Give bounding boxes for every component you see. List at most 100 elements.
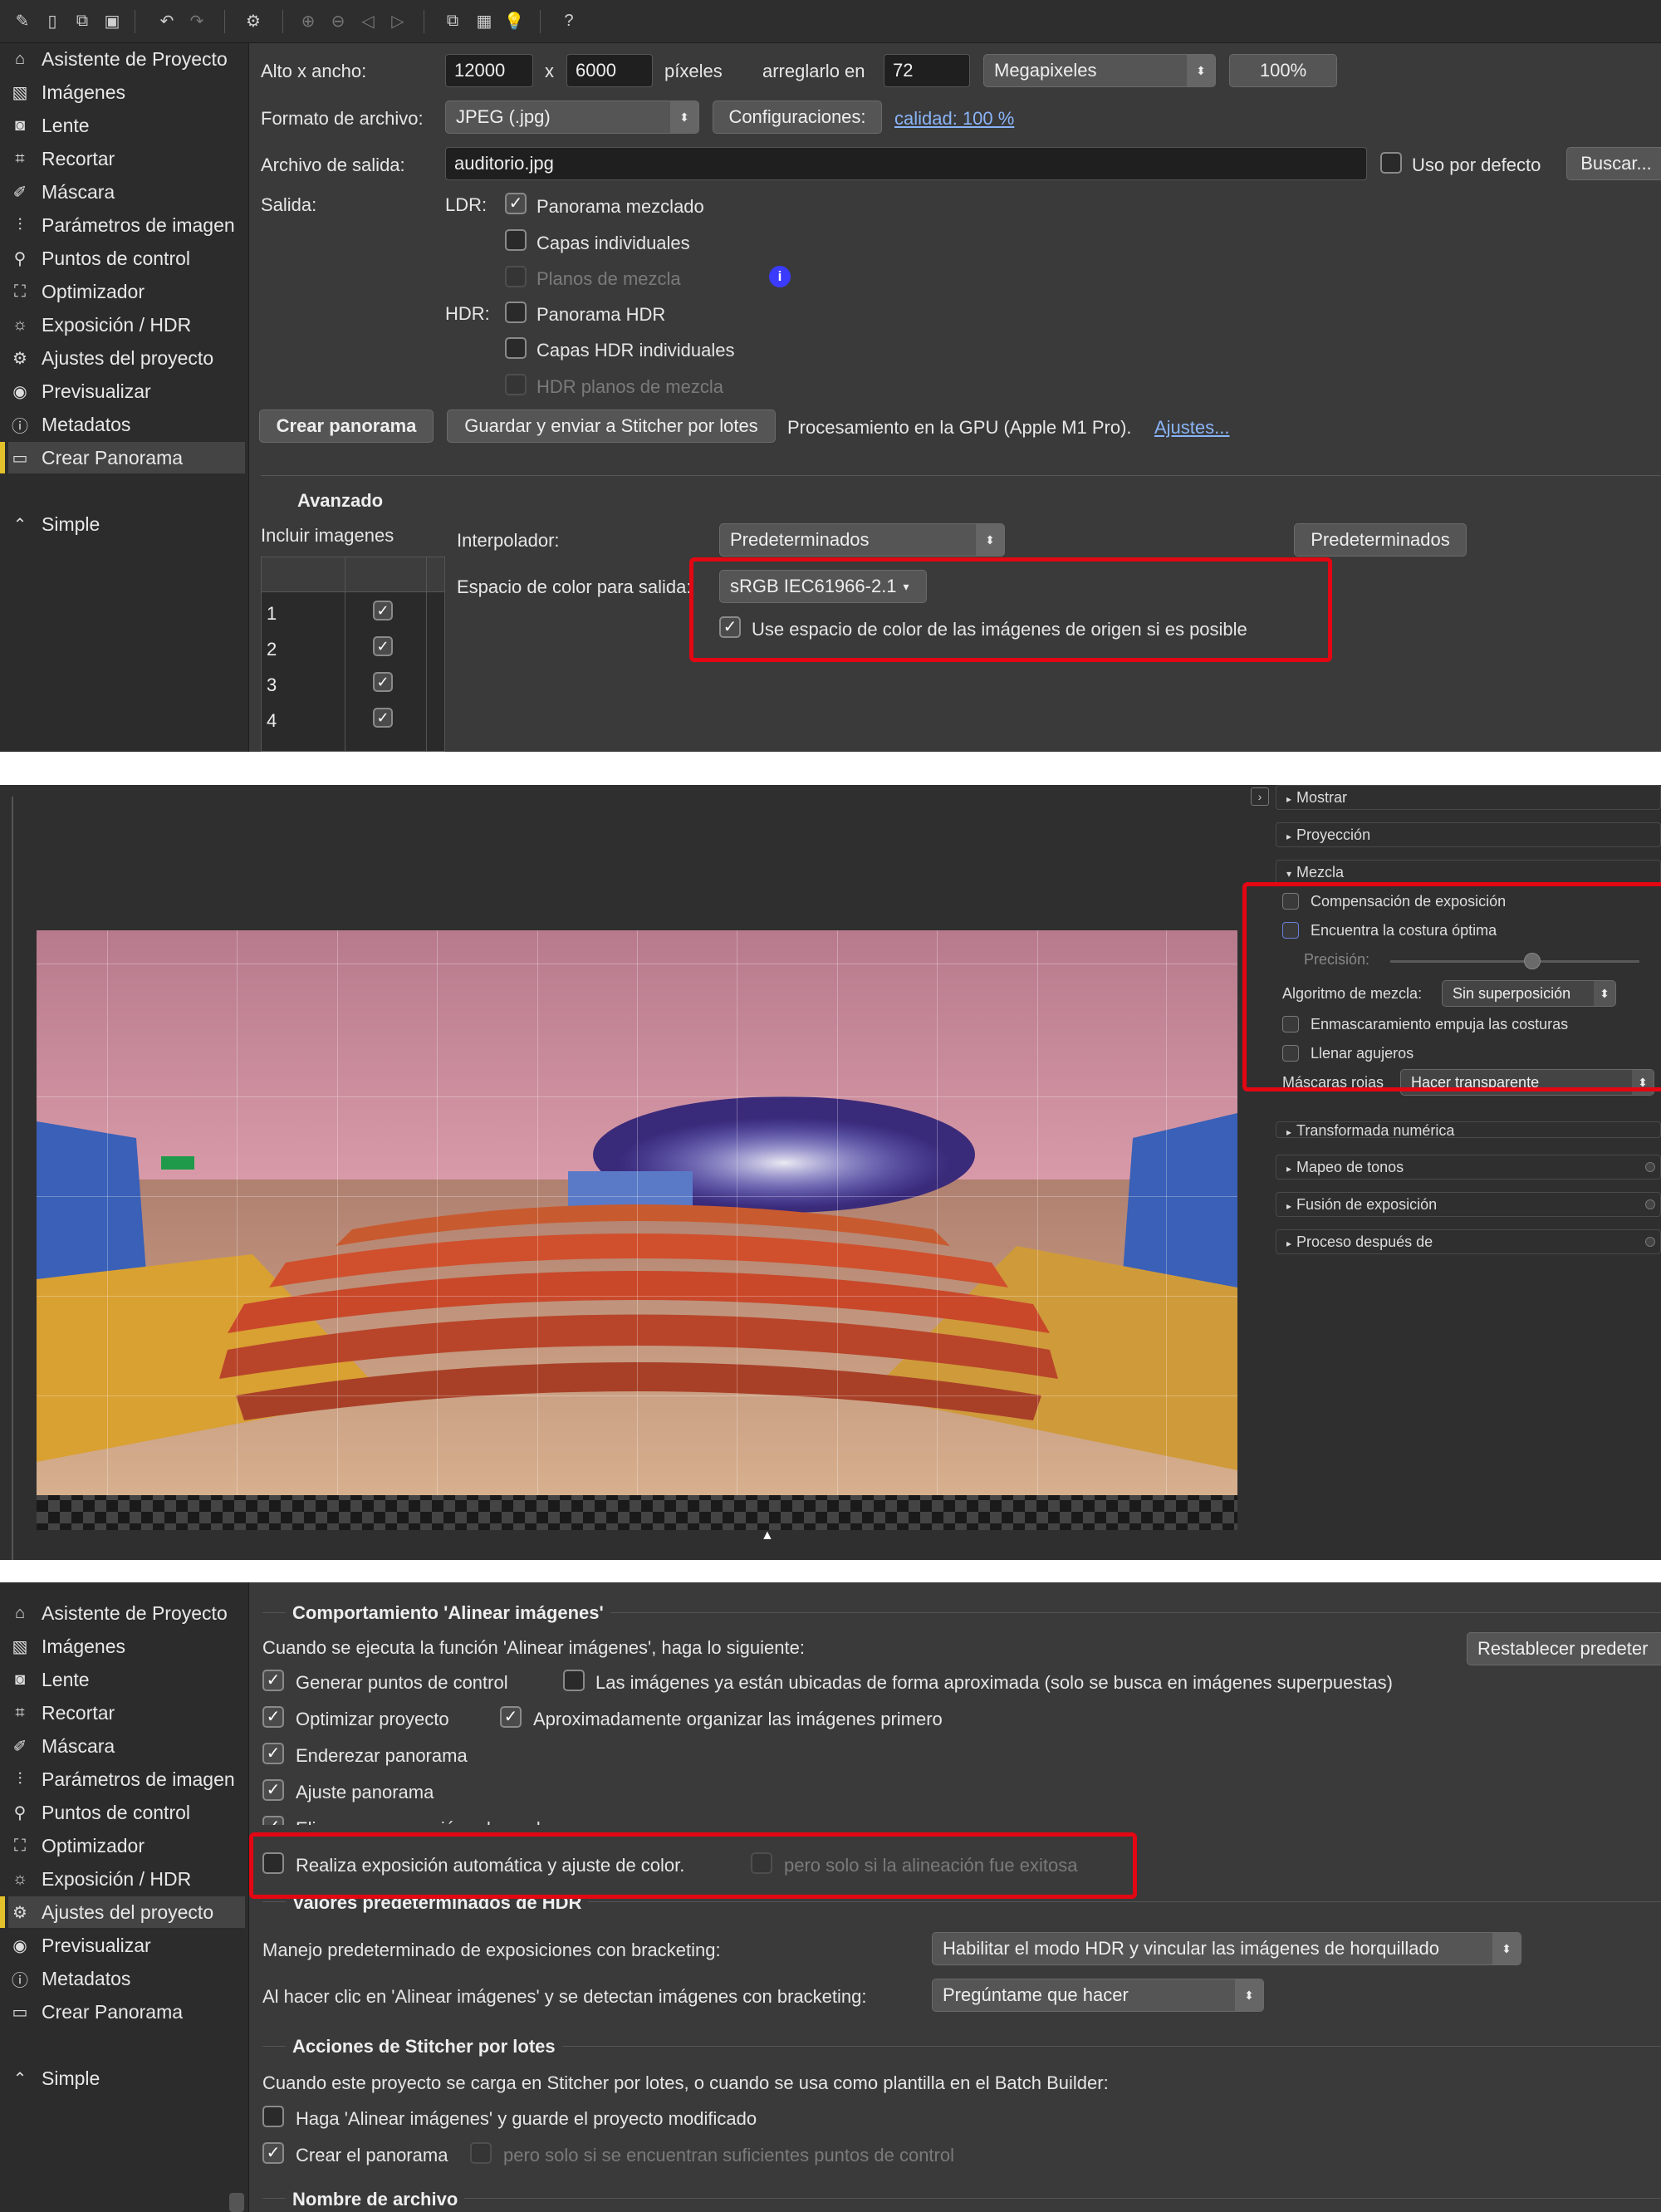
fit-panorama-checkbox[interactable]: ✓	[262, 1779, 284, 1801]
zoom-out-icon[interactable]: ⊖	[326, 8, 350, 33]
images-positioned-checkbox[interactable]	[563, 1670, 585, 1691]
sidebar-item-lens[interactable]: ◙ Lente	[8, 1664, 245, 1695]
sidebar-item-create-panorama[interactable]: ▭ Crear Panorama	[8, 1996, 245, 2028]
panel-blend[interactable]: ▾ Mezcla	[1276, 860, 1661, 885]
horizon-marker-icon[interactable]: ▲	[761, 1528, 774, 1543]
sidebar-item-project-settings[interactable]: ⚙ Ajustes del proyecto	[8, 342, 245, 374]
sidebar-item-lens[interactable]: ◙ Lente	[8, 110, 245, 141]
browse-button[interactable]: Buscar...	[1566, 147, 1661, 180]
sidebar-item-metadata[interactable]: ⓘ Metadatos	[8, 409, 245, 440]
settings-icon[interactable]: ⚙	[241, 8, 266, 33]
sidebar-item-image-parameters[interactable]: ⫶ Parámetros de imagen	[8, 1763, 245, 1795]
row-number: 2	[267, 639, 277, 660]
height-input[interactable]: 12000	[445, 54, 533, 87]
lightbulb-icon[interactable]: 💡	[502, 8, 527, 33]
include-checkbox[interactable]: ✓	[373, 601, 393, 620]
panel-numeric-transform[interactable]: ▸ Transformada numérica	[1276, 1121, 1661, 1138]
include-checkbox[interactable]: ✓	[373, 672, 393, 692]
output-file-input[interactable]: auditorio.jpg	[445, 147, 1367, 180]
sidebar-item-images[interactable]: ▧ Imágenes	[8, 76, 245, 108]
undo-icon[interactable]: ↶	[154, 8, 179, 33]
defaults-button[interactable]: Predeterminados	[1294, 523, 1467, 557]
quality-link[interactable]: calidad: 100 %	[894, 108, 1014, 130]
unit-select[interactable]: Megapixeles ⬍	[983, 54, 1216, 87]
sidebar-item-image-parameters[interactable]: ⫶ Parámetros de imagen	[8, 209, 245, 241]
blended-panorama-checkbox[interactable]: ✓	[505, 193, 527, 214]
reset-defaults-button[interactable]: Restablecer predeter	[1467, 1632, 1661, 1665]
next-icon[interactable]: ▷	[385, 8, 410, 33]
optimize-project-checkbox[interactable]: ✓	[262, 1706, 284, 1728]
new-file-icon[interactable]: ▯	[40, 8, 65, 33]
sidebar-item-control-points[interactable]: ⚲ Puntos de control	[8, 243, 245, 274]
sidebar-item-exposure-hdr[interactable]: ☼ Exposición / HDR	[8, 309, 245, 341]
table-row[interactable]: 3 ✓	[262, 666, 428, 699]
arrange-first-checkbox[interactable]: ✓	[500, 1706, 522, 1728]
grid-line	[1166, 930, 1167, 1495]
sidebar-item-project-settings[interactable]: ⚙ Ajustes del proyecto	[0, 1896, 245, 1928]
sidebar-item-mask[interactable]: ✐ Máscara	[8, 176, 245, 208]
batch-align-checkbox[interactable]	[262, 2106, 284, 2127]
info-icon[interactable]: i	[769, 266, 791, 287]
sidebar-item-preview[interactable]: ◉ Previsualizar	[8, 375, 245, 407]
image-table: 1 ✓ 2 ✓ 3 ✓ 4 ✓	[261, 557, 445, 752]
redo-icon[interactable]: ↷	[184, 8, 209, 33]
sidebar-item-images[interactable]: ▧ Imágenes	[8, 1631, 245, 1662]
save-batch-button[interactable]: Guardar y enviar a Stitcher por lotes	[447, 410, 776, 443]
sidebar-item-optimizer[interactable]: ⛶ Optimizador	[8, 1830, 245, 1861]
table-row[interactable]: 1 ✓	[262, 595, 428, 628]
width-input[interactable]: 6000	[566, 54, 653, 87]
panel-tone-mapping[interactable]: ▸ Mapeo de tonos	[1276, 1155, 1661, 1180]
zoom-100-button[interactable]: 100%	[1229, 54, 1337, 87]
gpu-settings-link[interactable]: Ajustes...	[1154, 417, 1229, 439]
generate-cp-checkbox[interactable]: ✓	[262, 1670, 284, 1691]
simple-mode-button[interactable]: ⌃ Simple	[8, 508, 245, 540]
panel-toggle-button[interactable]: ›	[1251, 787, 1269, 806]
copy-icon[interactable]: ⧉	[70, 8, 95, 33]
fit-panorama-label: Ajuste panorama	[296, 1782, 434, 1802]
bracket-select[interactable]: Habilitar el modo HDR y vincular las imá…	[932, 1932, 1521, 1965]
hdr-layers-checkbox[interactable]	[505, 337, 527, 359]
detect-select[interactable]: Pregúntame que hacer ⬍	[932, 1979, 1264, 2012]
sidebar-item-exposure-hdr[interactable]: ☼ Exposición / HDR	[8, 1863, 245, 1895]
sidebar-item-create-panorama[interactable]: ▭ Crear Panorama	[0, 442, 245, 473]
default-use-checkbox[interactable]	[1380, 152, 1402, 174]
panel-projection[interactable]: ▸ Proyección	[1276, 822, 1661, 847]
batch-create-checkbox[interactable]: ✓	[262, 2142, 284, 2164]
panel-post-process[interactable]: ▸ Proceso después de	[1276, 1229, 1661, 1254]
configurations-button[interactable]: Configuraciones:	[713, 101, 882, 134]
sidebar-item-crop[interactable]: ⌗ Recortar	[8, 143, 245, 174]
sidebar-item-project-assistant[interactable]: ⌂ Asistente de Proyecto	[8, 43, 245, 75]
help-icon[interactable]: ?	[556, 8, 581, 33]
fix-at-input[interactable]: 72	[884, 54, 970, 87]
grid-line	[437, 930, 438, 1495]
table-row[interactable]: 4 ✓	[262, 702, 428, 735]
format-select[interactable]: JPEG (.jpg) ⬍	[445, 101, 699, 134]
include-checkbox[interactable]: ✓	[373, 636, 393, 656]
hdr-panorama-checkbox[interactable]	[505, 302, 527, 323]
sidebar-item-optimizer[interactable]: ⛶ Optimizador	[8, 276, 245, 307]
create-panorama-button[interactable]: Crear panorama	[259, 410, 434, 443]
sidebar-item-mask[interactable]: ✐ Máscara	[8, 1730, 245, 1762]
previous-icon[interactable]: ◁	[355, 8, 380, 33]
include-checkbox[interactable]: ✓	[373, 708, 393, 728]
straighten-checkbox[interactable]: ✓	[262, 1743, 284, 1764]
panel-show[interactable]: ▸ Mostrar	[1276, 785, 1661, 810]
sidebar-item-project-assistant[interactable]: ⌂ Asistente de Proyecto	[8, 1597, 245, 1629]
scrollbar-thumb[interactable]	[229, 2193, 244, 2212]
table-row[interactable]: 2 ✓	[262, 630, 428, 664]
table-icon[interactable]: ▦	[472, 8, 497, 33]
save-icon[interactable]: ▣	[100, 8, 125, 33]
windows-icon[interactable]: ⧉	[440, 8, 465, 33]
panel-exposure-fusion[interactable]: ▸ Fusión de exposición	[1276, 1192, 1661, 1217]
sidebar-item-preview[interactable]: ◉ Previsualizar	[8, 1930, 245, 1961]
panorama-preview[interactable]	[37, 930, 1237, 1530]
projection-checkbox[interactable]: ✓	[262, 1816, 284, 1825]
sidebar-item-crop[interactable]: ⌗ Recortar	[8, 1697, 245, 1729]
sidebar-item-metadata[interactable]: ⓘ Metadatos	[8, 1963, 245, 1994]
edit-icon[interactable]: ✎	[10, 8, 35, 33]
simple-mode-button[interactable]: ⌃ Simple	[8, 2062, 245, 2094]
interpolator-select[interactable]: Predeterminados ⬍	[719, 523, 1005, 557]
individual-layers-checkbox[interactable]	[505, 229, 527, 251]
zoom-in-icon[interactable]: ⊕	[296, 8, 321, 33]
sidebar-item-control-points[interactable]: ⚲ Puntos de control	[8, 1797, 245, 1828]
